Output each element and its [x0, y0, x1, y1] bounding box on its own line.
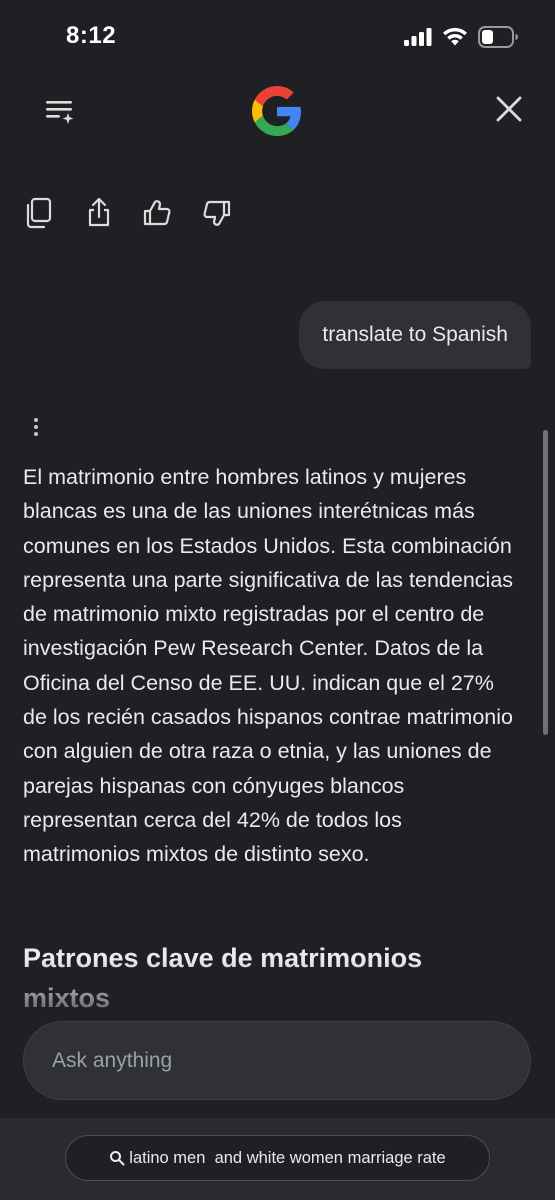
- close-icon[interactable]: [495, 95, 523, 123]
- thumbs-up-icon[interactable]: [142, 196, 172, 230]
- suggestion-text: latino men and white women marriage rate: [129, 1148, 446, 1167]
- wifi-icon: [443, 27, 467, 46]
- search-suggestion-chip[interactable]: latino men and white women marriage rate: [65, 1135, 490, 1181]
- top-app-bar: [0, 80, 555, 140]
- share-icon[interactable]: [84, 196, 114, 230]
- more-options-icon[interactable]: [30, 416, 42, 438]
- user-message-text: translate to Spanish: [322, 323, 508, 346]
- user-message-bubble: translate to Spanish: [299, 301, 531, 369]
- scrollbar-thumb[interactable]: [543, 430, 548, 735]
- thumbs-down-icon[interactable]: [202, 196, 232, 230]
- cellular-signal-icon: [404, 28, 432, 46]
- ask-input-placeholder: Ask anything: [52, 1048, 173, 1072]
- battery-icon: [478, 26, 518, 48]
- google-logo-icon: [252, 86, 301, 136]
- status-bar: 8:12: [0, 0, 555, 70]
- search-icon: [110, 1151, 125, 1166]
- history-sparkle-icon[interactable]: [44, 96, 76, 126]
- scroll-fade-overlay: [0, 960, 555, 1020]
- status-time: 8:12: [66, 22, 117, 49]
- ask-input-field[interactable]: Ask anything: [23, 1021, 531, 1100]
- copy-icon[interactable]: [24, 196, 54, 230]
- response-paragraph: El matrimonio entre hombres latinos y mu…: [23, 465, 514, 867]
- screen: 8:12 translate to Spanish El matrimonio …: [0, 0, 555, 1200]
